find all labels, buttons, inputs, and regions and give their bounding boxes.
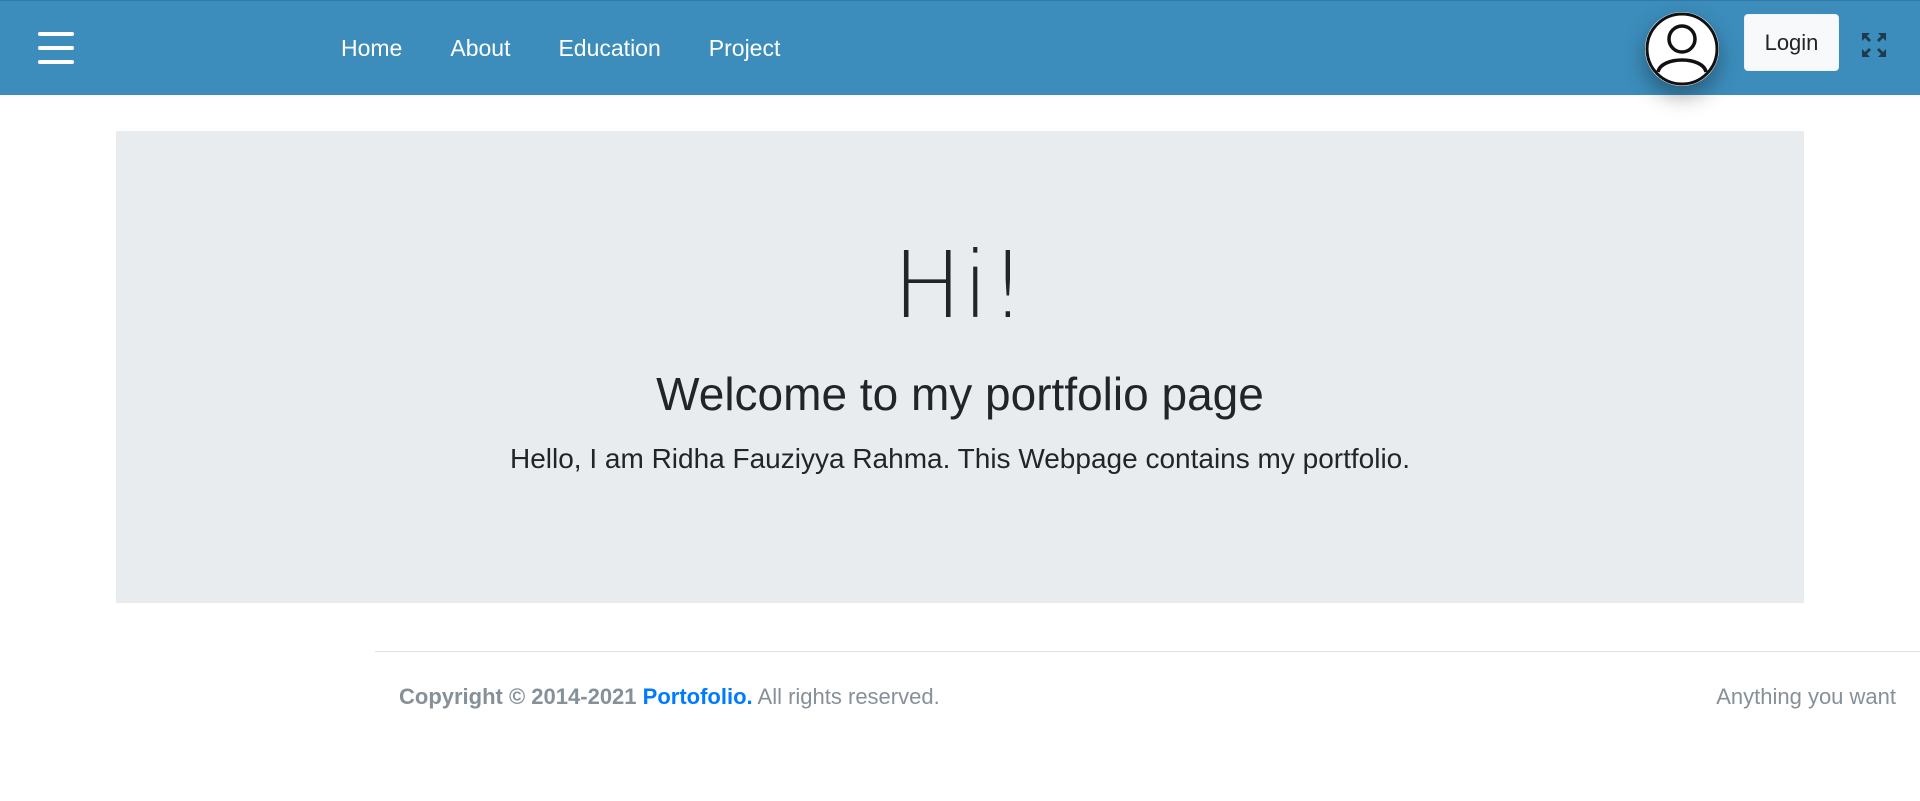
footer-brand-link[interactable]: Portofolio. — [643, 684, 753, 709]
rights-text: All rights reserved. — [752, 684, 940, 709]
top-navbar: Home About Education Project Login — [0, 0, 1920, 95]
footer-right-text: Anything you want — [1716, 684, 1896, 709]
copyright-text: Copyright © 2014-2021 Portofolio. All ri… — [399, 682, 940, 712]
copyright-prefix: Copyright © 2014-2021 — [399, 684, 643, 709]
login-button[interactable]: Login — [1744, 14, 1839, 71]
user-avatar-icon[interactable] — [1645, 12, 1719, 86]
nav-link-home[interactable]: Home — [317, 27, 426, 69]
hero-lead-text: Hello, I am Ridha Fauziyya Rahma. This W… — [509, 443, 1411, 474]
expand-arrows-icon[interactable] — [1860, 31, 1888, 59]
nav-link-education[interactable]: Education — [534, 27, 684, 69]
hero-jumbotron: Hi! Welcome to my portfolio page Hello, … — [116, 131, 1804, 603]
nav-link-project[interactable]: Project — [685, 27, 805, 69]
nav-link-about[interactable]: About — [426, 27, 534, 69]
hamburger-menu-icon[interactable] — [38, 32, 74, 64]
page-footer: Copyright © 2014-2021 Portofolio. All ri… — [375, 651, 1920, 731]
hero-subtitle: Welcome to my portfolio page — [656, 368, 1264, 420]
hero-title: Hi! — [892, 232, 1028, 339]
nav-links: Home About Education Project — [317, 27, 804, 69]
